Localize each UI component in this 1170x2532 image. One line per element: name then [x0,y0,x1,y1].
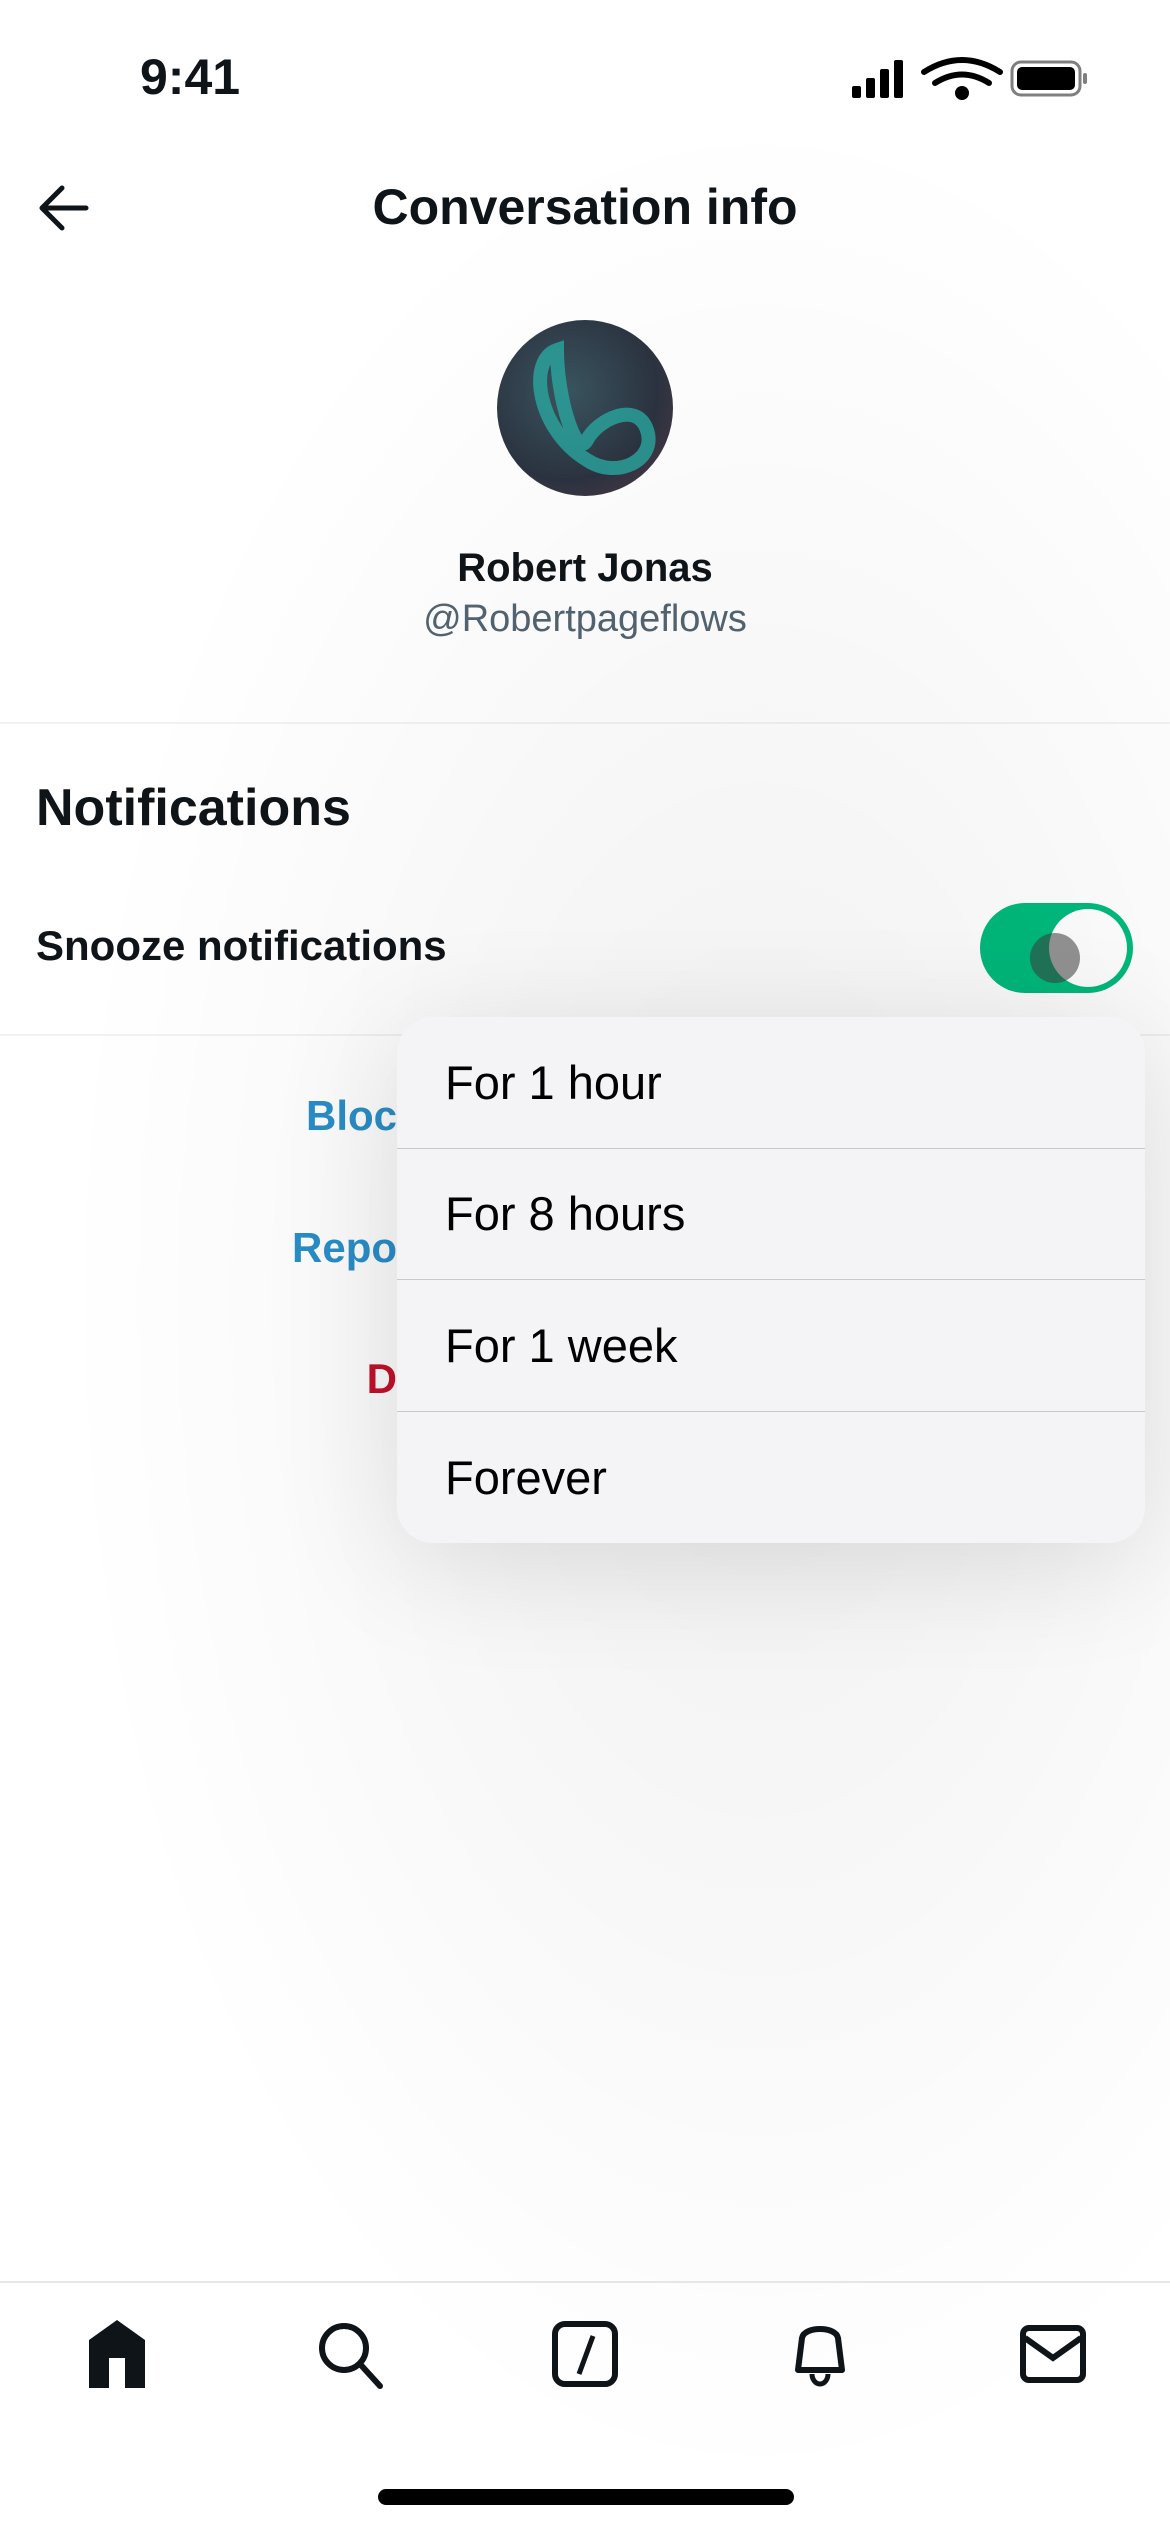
home-indicator [378,2489,794,2505]
mail-icon[interactable] [1017,2318,1089,2390]
profile-name: Robert Jonas [457,546,713,590]
home-icon[interactable] [81,2318,153,2390]
avatar-image [533,340,656,476]
status-time: 9:41 [140,49,241,105]
status-icons [852,57,1087,100]
snooze-duration-menu: For 1 hour For 8 hours For 1 week Foreve… [397,1017,1145,1543]
block-user-button[interactable]: Bloc [306,1092,397,1140]
menu-item-8-hours[interactable]: For 8 hours [397,1149,1145,1280]
avatar[interactable] [497,320,673,496]
snooze-toggle[interactable] [980,903,1133,993]
compose-icon[interactable] [549,2318,621,2390]
divider [0,722,1170,724]
menu-item-forever[interactable]: Forever [397,1412,1145,1544]
menu-item-1-week[interactable]: For 1 week [397,1280,1145,1412]
search-icon[interactable] [314,2318,386,2390]
bell-icon[interactable] [784,2318,856,2390]
snooze-notifications-label: Snooze notifications [36,922,447,969]
wifi-icon [921,57,1003,100]
signal-icon [852,60,903,98]
page-title: Conversation info [372,179,798,235]
tab-bar-divider [0,2281,1170,2283]
notifications-heading: Notifications [36,779,351,837]
touch-indicator [1030,933,1080,983]
delete-conversation-button[interactable]: D [367,1355,397,1403]
battery-icon [1010,60,1087,97]
menu-item-1-hour[interactable]: For 1 hour [397,1017,1145,1149]
report-user-button[interactable]: Repo [292,1224,397,1272]
profile-handle: @Robertpageflows [423,598,747,640]
